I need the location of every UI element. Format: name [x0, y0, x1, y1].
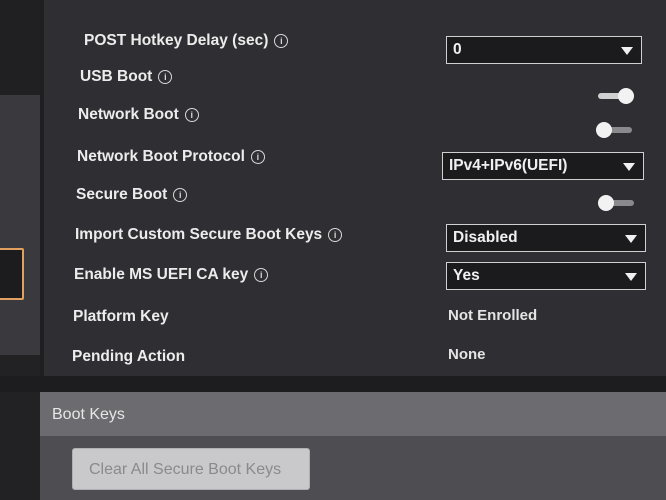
ms-uefi-ca-key-label: Enable MS UEFI CA key i [74, 266, 269, 284]
clear-secure-boot-keys-label: Clear All Secure Boot Keys [89, 461, 282, 478]
sidebar-focused-item[interactable] [0, 248, 24, 300]
info-icon[interactable]: i [173, 188, 188, 202]
secure-boot-label: Secure Boot i [76, 186, 188, 204]
pending-action-label: Pending Action [72, 348, 186, 365]
info-icon[interactable]: i [328, 228, 343, 242]
pending-action-value: None [448, 346, 486, 363]
import-custom-keys-value: Disabled [453, 229, 518, 246]
post-hotkey-delay-value: 0 [453, 41, 462, 58]
chevron-down-icon [625, 235, 637, 243]
secure-boot-row: Secure Boot i [44, 178, 666, 214]
network-boot-label: Network Boot i [78, 106, 199, 124]
boot-keys-section-header: Boot Keys [40, 392, 666, 436]
import-custom-keys-row: Import Custom Secure Boot Keys i Disabled [44, 218, 666, 254]
usb-boot-row: USB Boot i [44, 60, 666, 96]
clear-secure-boot-keys-button[interactable]: Clear All Secure Boot Keys [72, 448, 310, 490]
sidebar-strip [0, 0, 40, 500]
info-icon[interactable]: i [274, 34, 289, 48]
ms-uefi-ca-key-row: Enable MS UEFI CA key i Yes [44, 258, 666, 294]
platform-key-value: Not Enrolled [448, 307, 538, 324]
ms-uefi-ca-key-dropdown[interactable]: Yes [446, 262, 646, 290]
chevron-down-icon [625, 273, 637, 281]
chevron-down-icon [621, 47, 633, 55]
ms-uefi-ca-key-value: Yes [453, 267, 480, 284]
import-custom-keys-label: Import Custom Secure Boot Keys i [75, 226, 343, 244]
network-boot-protocol-dropdown[interactable]: IPv4+IPv6(UEFI) [442, 152, 644, 180]
network-boot-toggle[interactable] [596, 122, 632, 138]
info-icon[interactable]: i [250, 150, 265, 164]
boot-keys-title: Boot Keys [52, 406, 125, 423]
toggle-knob [596, 122, 612, 138]
post-hotkey-delay-row: POST Hotkey Delay (sec) i 0 [44, 24, 666, 64]
chevron-down-icon [623, 163, 635, 171]
import-custom-keys-dropdown[interactable]: Disabled [446, 224, 646, 252]
usb-boot-label: USB Boot i [80, 68, 173, 86]
info-icon[interactable]: i [254, 268, 269, 282]
boot-settings-panel: POST Hotkey Delay (sec) i 0 USB Boot i Net… [44, 0, 666, 376]
panel-gap [0, 376, 666, 392]
network-boot-protocol-label: Network Boot Protocol i [77, 148, 265, 166]
sidebar-band-middle [0, 95, 40, 355]
network-boot-protocol-row: Network Boot Protocol i IPv4+IPv6(UEFI) [44, 140, 666, 180]
platform-key-label: Platform Key [73, 308, 169, 325]
network-boot-row: Network Boot i [44, 98, 666, 134]
platform-key-row: Platform Key Not Enrolled [44, 300, 666, 336]
pending-action-row: Pending Action None [44, 340, 666, 376]
info-icon[interactable]: i [158, 70, 173, 84]
toggle-knob [598, 195, 614, 211]
post-hotkey-delay-label: POST Hotkey Delay (sec) i [84, 32, 289, 50]
network-boot-protocol-value: IPv4+IPv6(UEFI) [449, 157, 568, 174]
secure-boot-toggle[interactable] [598, 195, 634, 211]
sidebar-band-top [0, 0, 40, 95]
info-icon[interactable]: i [184, 108, 199, 122]
